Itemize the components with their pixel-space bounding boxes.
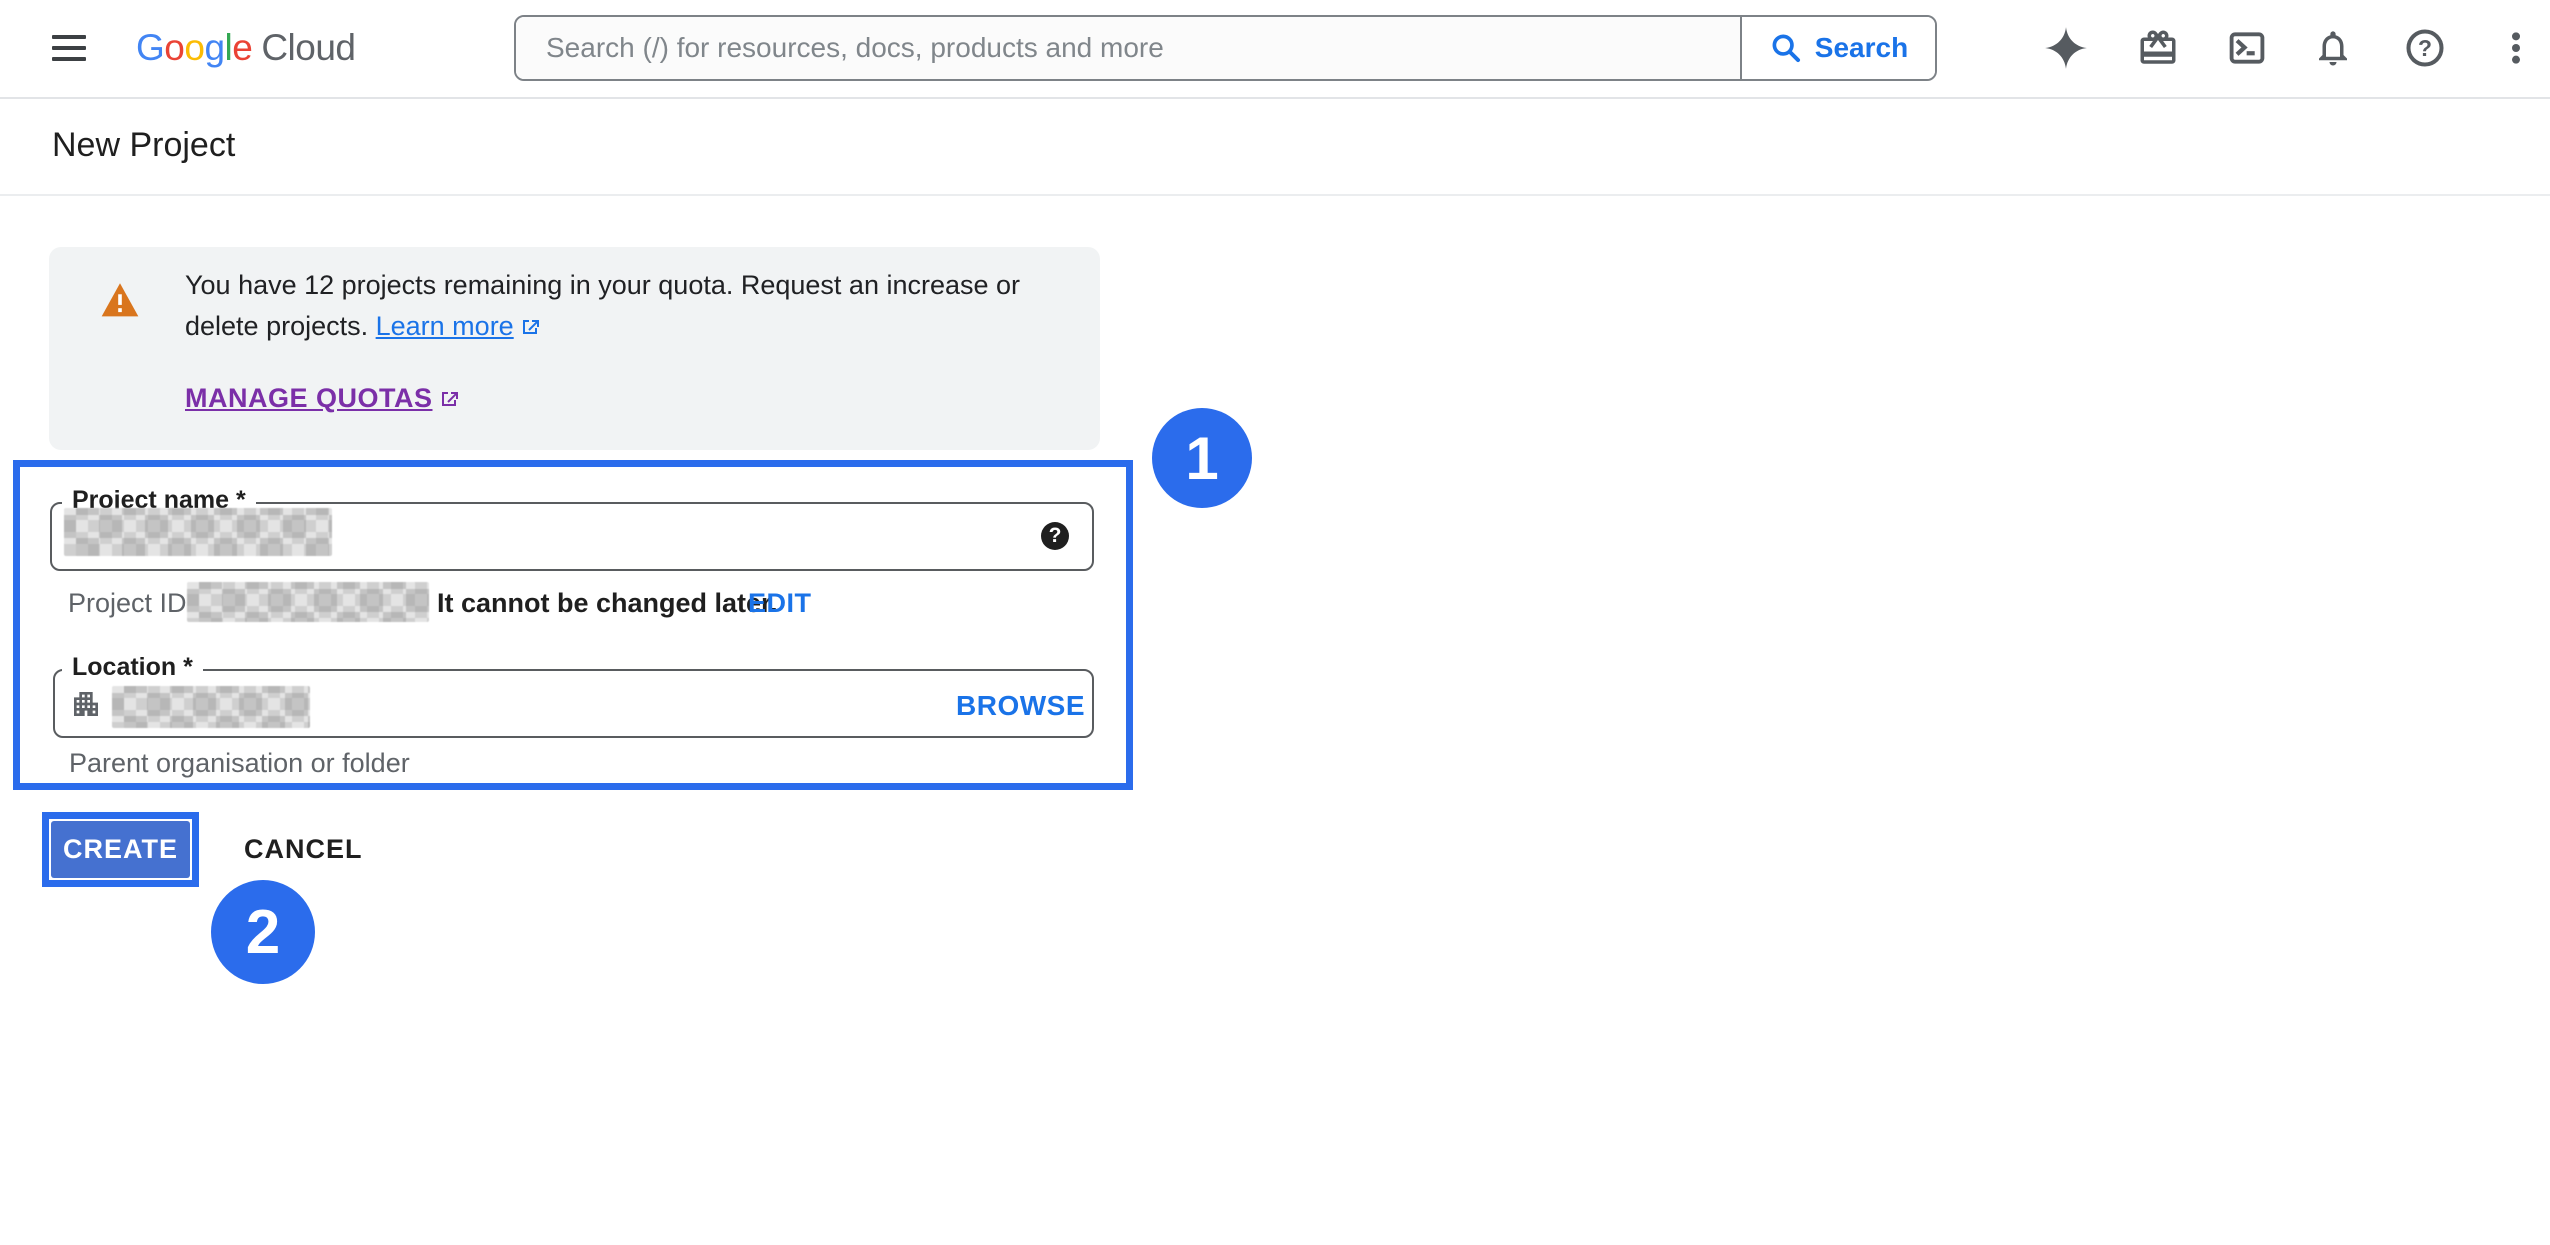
search-input[interactable] (516, 17, 1742, 79)
page-title: New Project (52, 126, 235, 165)
gcp-new-project-page: G o o g l e Cloud Search (0, 0, 2550, 1245)
external-link-icon (518, 315, 542, 339)
main-menu-button[interactable] (46, 26, 92, 70)
project-name-redacted-value (64, 508, 332, 556)
gemini-button[interactable] (2043, 25, 2089, 71)
location-label: Location * (62, 653, 203, 682)
svg-text:?: ? (2418, 35, 2432, 61)
cloud-shell-icon (2226, 27, 2268, 69)
project-id-redacted-value (187, 582, 429, 622)
free-trial-offers-button[interactable] (2135, 25, 2181, 71)
help-button[interactable]: ? (2402, 25, 2448, 71)
hamburger-icon (52, 35, 86, 39)
project-name-help-icon[interactable]: ? (1041, 522, 1069, 550)
create-button[interactable]: CREATE (51, 821, 190, 878)
quota-message-line2: delete projects. Learn more (185, 311, 542, 342)
project-id-prefix: Project ID: (68, 588, 194, 619)
manage-quotas-link[interactable]: MANAGE QUOTAS (185, 383, 461, 414)
more-vert-icon (2496, 28, 2536, 68)
logo-letter: g (204, 27, 224, 69)
notifications-bell-icon (2312, 27, 2354, 69)
project-id-note: It cannot be changed later. (437, 588, 778, 619)
logo-letter: G (136, 27, 164, 69)
gemini-sparkle-icon (2044, 26, 2088, 70)
notifications-button[interactable] (2310, 25, 2356, 71)
logo-letter: o (184, 27, 204, 69)
quota-warning-banner: You have 12 projects remaining in your q… (49, 247, 1100, 450)
help-icon: ? (2403, 26, 2447, 70)
browse-location-button[interactable]: BROWSE (956, 690, 1085, 722)
header-divider (0, 194, 2550, 196)
cancel-button[interactable]: CANCEL (244, 826, 363, 872)
logo-letter: e (232, 27, 252, 69)
location-helper-text: Parent organisation or folder (69, 748, 410, 779)
cloud-shell-button[interactable] (2224, 25, 2270, 71)
location-redacted-value (112, 686, 310, 728)
search-icon (1769, 31, 1803, 65)
quota-message-line1: You have 12 projects remaining in your q… (185, 270, 1020, 301)
gift-icon (2137, 27, 2179, 69)
logo-cloud-word: Cloud (261, 27, 355, 69)
annotation-step2-badge: 2 (211, 880, 315, 984)
logo-letter: o (164, 27, 184, 69)
google-cloud-logo[interactable]: G o o g l e Cloud (136, 22, 356, 74)
external-link-icon (437, 387, 461, 411)
edit-project-id-button[interactable]: EDIT (748, 588, 812, 619)
annotation-step1-badge: 1 (1152, 408, 1252, 508)
logo-letter: l (225, 27, 233, 69)
search-button-label: Search (1815, 32, 1908, 64)
search-bar: Search (514, 15, 1937, 81)
learn-more-link[interactable]: Learn more (376, 311, 514, 341)
search-button[interactable]: Search (1742, 17, 1935, 79)
more-options-button[interactable] (2493, 25, 2539, 71)
organization-building-icon (70, 687, 102, 721)
top-app-bar: G o o g l e Cloud Search (0, 0, 2550, 99)
warning-icon (100, 282, 140, 318)
